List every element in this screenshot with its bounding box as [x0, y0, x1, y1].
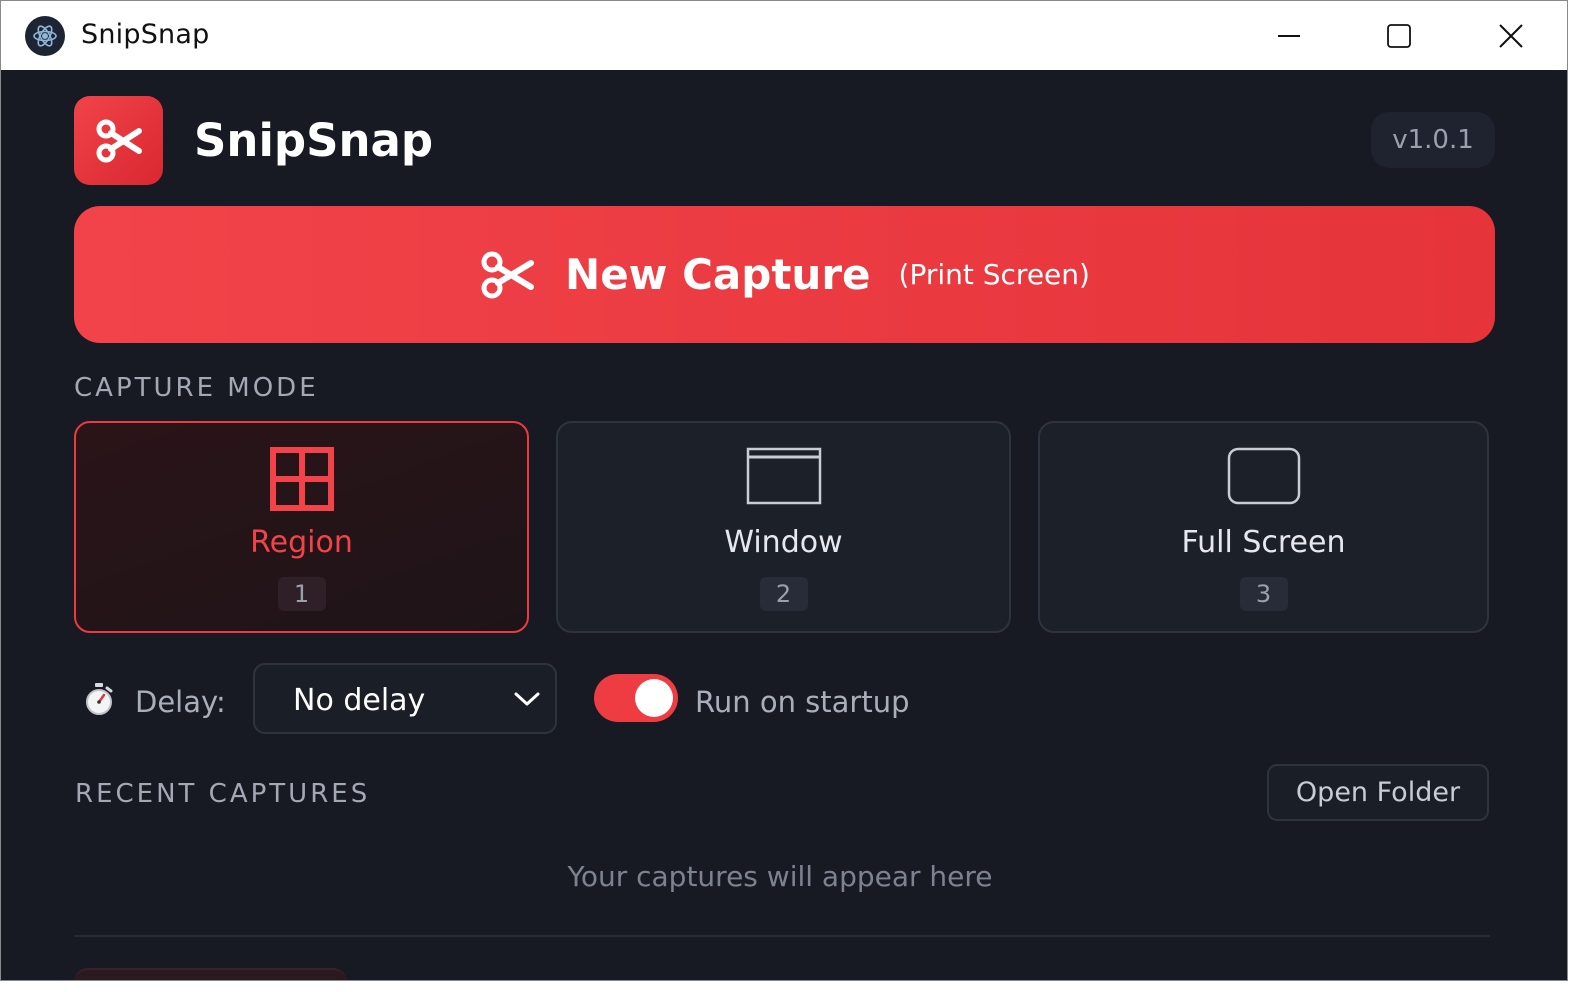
- delay-dropdown[interactable]: No delay: [253, 663, 557, 734]
- full-screen-icon: [1040, 447, 1487, 505]
- run-on-startup-label: Run on startup: [695, 685, 910, 719]
- new-capture-label: New Capture: [565, 250, 871, 299]
- mode-card-window[interactable]: Window 2: [556, 421, 1011, 633]
- capture-shortcut: (Print Screen): [898, 258, 1090, 291]
- mode-label: Full Screen: [1181, 525, 1346, 560]
- recent-captures-heading: RECENT CAPTURES: [75, 779, 371, 809]
- capture-mode-heading: CAPTURE MODE: [74, 373, 319, 403]
- window-title: SnipSnap: [81, 19, 210, 50]
- app-window: SnipSnap SnipSnap v1.0.1 New Capture (Pr…: [0, 0, 1568, 981]
- close-button[interactable]: [1481, 11, 1541, 61]
- mode-shortcut-key: 1: [277, 577, 326, 611]
- mode-card-full-screen[interactable]: Full Screen 3: [1038, 421, 1489, 633]
- main-content: SnipSnap v1.0.1 New Capture (Print Scree…: [1, 70, 1567, 980]
- mode-shortcut-key: 2: [759, 577, 808, 611]
- maximize-icon: [1387, 24, 1411, 48]
- window-icon: [558, 447, 1009, 505]
- empty-state-text: Your captures will appear here: [567, 860, 993, 893]
- maximize-button[interactable]: [1369, 11, 1429, 61]
- region-grid-icon: [76, 447, 527, 511]
- close-icon: [1499, 24, 1523, 48]
- new-capture-button[interactable]: New Capture (Print Screen): [74, 206, 1495, 343]
- minimize-button[interactable]: [1259, 11, 1319, 61]
- minimize-icon: [1278, 35, 1300, 37]
- app-name: SnipSnap: [194, 114, 434, 167]
- run-on-startup-toggle[interactable]: [594, 674, 678, 722]
- divider: [74, 935, 1490, 937]
- mode-card-region[interactable]: Region 1: [74, 421, 529, 633]
- scissors-icon: [479, 249, 535, 301]
- chevron-down-icon: [513, 689, 541, 713]
- mode-label: Window: [724, 525, 843, 560]
- stopwatch-icon: [83, 682, 115, 720]
- bottom-button-partial[interactable]: [74, 968, 347, 980]
- delay-selected-value: No delay: [293, 683, 426, 718]
- open-folder-button[interactable]: Open Folder: [1267, 764, 1489, 821]
- scissors-logo-icon: [74, 96, 163, 185]
- mode-shortcut-key: 3: [1239, 577, 1288, 611]
- version-badge: v1.0.1: [1371, 112, 1495, 168]
- app-logo-icon: [25, 16, 65, 56]
- mode-label: Region: [250, 525, 353, 560]
- title-bar: SnipSnap: [1, 1, 1567, 70]
- toggle-knob: [635, 679, 673, 717]
- delay-label: Delay:: [135, 685, 226, 719]
